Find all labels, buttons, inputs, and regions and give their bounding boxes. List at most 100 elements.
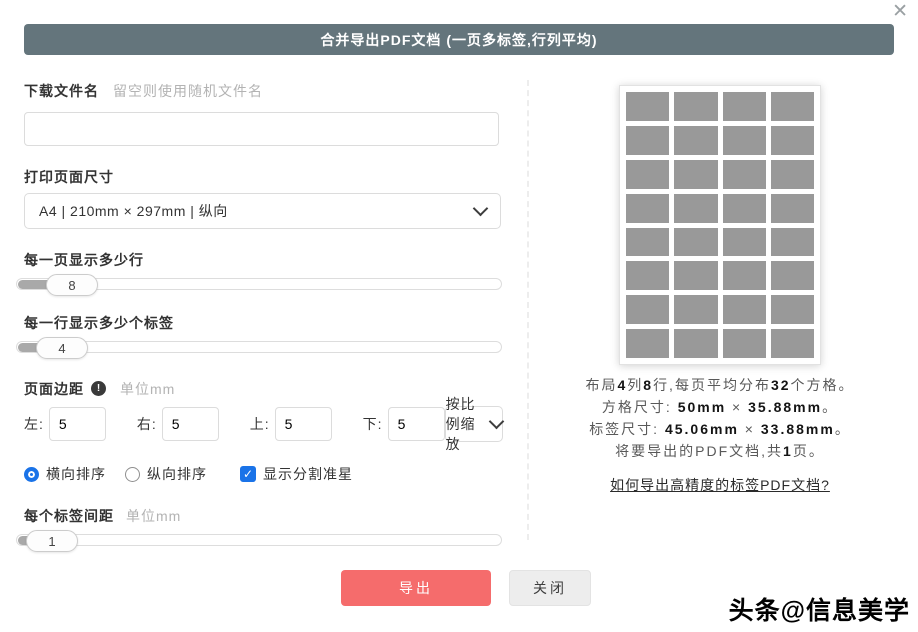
preview-grid-cell <box>674 227 718 257</box>
filename-label-row: 下载文件名 留空则使用随机文件名 <box>24 82 501 99</box>
preview-grid-cell <box>626 227 670 257</box>
margin-right-group: 右: <box>137 407 219 441</box>
preview-grid-cell <box>674 159 718 189</box>
crosshair-checkbox[interactable]: ✓ <box>240 466 256 482</box>
crosshair-label[interactable]: 显示分割准星 <box>263 464 353 484</box>
preview-grid-cell <box>770 227 814 257</box>
caption-line-pages: 将要导出的PDF文档,共1页。 <box>615 443 825 459</box>
preview-grid-cell <box>770 329 814 358</box>
caption-line-cell-size: 方格尺寸: 50mm × 35.88mm。 <box>601 399 839 415</box>
margin-left-label: 左: <box>24 416 44 432</box>
filename-label: 下载文件名 <box>24 82 99 99</box>
cols-label: 每一行显示多少个标签 <box>24 314 174 331</box>
preview-grid-cell <box>722 125 766 155</box>
preview-caption: 布局4列8行,每页平均分布32个方格。 方格尺寸: 50mm × 35.88mm… <box>560 374 880 462</box>
margin-bottom-label: 下: <box>362 416 383 432</box>
margin-right-label: 右: <box>136 416 157 432</box>
cols-slider-thumb[interactable]: 4 <box>36 337 88 359</box>
howto-link[interactable]: 如何导出高精度的标签PDF文档? <box>610 475 830 495</box>
filename-hint: 留空则使用随机文件名 <box>113 82 263 99</box>
spacing-slider-track[interactable] <box>16 534 502 546</box>
margin-top-input[interactable] <box>274 407 332 441</box>
preview-grid-cell <box>674 193 718 223</box>
spacing-slider[interactable]: 1 <box>16 529 502 553</box>
page-size-label: 打印页面尺寸 <box>24 168 114 185</box>
preview-grid-cell <box>626 193 670 223</box>
preview-grid-cell <box>722 92 766 121</box>
page-size-label-row: 打印页面尺寸 <box>24 168 501 185</box>
preview-grid-cell <box>770 295 814 325</box>
preview-grid-cell <box>770 125 814 155</box>
page-size-selected-value: A4 | 210mm × 297mm | 纵向 <box>39 203 228 219</box>
scale-mode-value: 按比例缩放 <box>445 396 476 452</box>
margins-inputs-row: 左: 右: 上: 下: 按比例缩放 <box>24 396 505 452</box>
margins-label: 页面边距 <box>24 380 84 397</box>
preview-grid-cell <box>722 295 766 325</box>
margin-left-group: 左: <box>24 407 106 441</box>
preview-grid-cell <box>674 125 718 155</box>
rows-label: 每一页显示多少行 <box>24 251 144 268</box>
preview-grid-cell <box>626 295 670 325</box>
close-button[interactable]: 关闭 <box>509 570 591 606</box>
preview-grid-cell <box>722 261 766 291</box>
preview-grid-cell <box>770 92 814 121</box>
chevron-down-icon <box>488 413 505 430</box>
cols-slider[interactable]: 4 <box>16 336 502 360</box>
filename-input[interactable] <box>24 112 499 146</box>
preview-grid-cell <box>626 329 670 358</box>
rows-label-row: 每一页显示多少行 <box>24 251 501 268</box>
spacing-slider-thumb[interactable]: 1 <box>26 530 78 552</box>
dialog-header: 合并导出PDF文档 (一页多标签,行列平均) <box>24 24 894 55</box>
preview-grid-cell <box>674 92 718 121</box>
caption-line-label-size: 标签尺寸: 45.06mm × 33.88mm。 <box>589 421 851 437</box>
preview-grid <box>619 85 821 365</box>
preview-panel: 布局4列8行,每页平均分布32个方格。 方格尺寸: 50mm × 35.88mm… <box>560 80 880 495</box>
preview-grid-cell <box>722 329 766 358</box>
preview-grid-cell <box>722 193 766 223</box>
cols-slider-track[interactable] <box>16 341 502 353</box>
margins-label-row: 页面边距 ! 单位mm <box>24 380 501 397</box>
spacing-label-row: 每个标签间距 单位mm <box>24 507 501 524</box>
margin-top-group: 上: <box>250 407 332 441</box>
dialog-title: 合并导出PDF文档 (一页多标签,行列平均) <box>320 31 598 48</box>
rows-slider-thumb[interactable]: 8 <box>46 274 98 296</box>
settings-form: 下载文件名 留空则使用随机文件名 打印页面尺寸 A4 | 210mm × 297… <box>16 82 505 553</box>
preview-grid-cell <box>770 193 814 223</box>
rows-slider[interactable]: 8 <box>16 273 502 297</box>
preview-grid-cell <box>770 159 814 189</box>
margin-right-input[interactable] <box>161 407 219 441</box>
preview-grid-cell <box>626 159 670 189</box>
preview-grid-cell <box>770 261 814 291</box>
order-options-row: 横向排序 纵向排序 ✓ 显示分割准星 <box>24 465 501 483</box>
chevron-down-icon <box>472 200 489 217</box>
preview-grid-cell <box>674 329 718 358</box>
spacing-label: 每个标签间距 <box>24 507 114 524</box>
spacing-unit: 单位mm <box>126 507 182 524</box>
close-icon[interactable]: ✕ <box>892 2 908 21</box>
scale-mode-select[interactable]: 按比例缩放 <box>444 396 505 452</box>
preview-grid-cell <box>722 159 766 189</box>
preview-grid-cell <box>626 92 670 121</box>
column-divider <box>527 80 529 540</box>
margin-top-label: 上: <box>249 416 270 432</box>
preview-grid-cell <box>674 295 718 325</box>
preview-grid-cell <box>674 261 718 291</box>
vertical-order-label[interactable]: 纵向排序 <box>147 464 207 484</box>
export-pdf-dialog: ✕ 合并导出PDF文档 (一页多标签,行列平均) 下载文件名 留空则使用随机文件… <box>0 0 918 632</box>
info-icon[interactable]: ! <box>91 381 106 396</box>
preview-grid-cell <box>626 125 670 155</box>
margins-unit: 单位mm <box>120 380 176 397</box>
caption-line-layout: 布局4列8行,每页平均分布32个方格。 <box>585 377 855 393</box>
page-size-select[interactable]: A4 | 210mm × 297mm | 纵向 <box>24 193 501 229</box>
margin-left-input[interactable] <box>48 407 106 441</box>
preview-grid-cell <box>626 261 670 291</box>
preview-grid-cell <box>722 227 766 257</box>
margin-bottom-group: 下: <box>363 407 445 441</box>
margin-bottom-input[interactable] <box>387 407 445 441</box>
watermark-text: 头条@信息美学 <box>728 597 910 625</box>
horizontal-order-label[interactable]: 横向排序 <box>46 464 106 484</box>
vertical-order-radio[interactable] <box>125 466 140 482</box>
export-button[interactable]: 导出 <box>341 570 491 606</box>
horizontal-order-radio[interactable] <box>24 466 39 482</box>
cols-label-row: 每一行显示多少个标签 <box>24 314 501 331</box>
